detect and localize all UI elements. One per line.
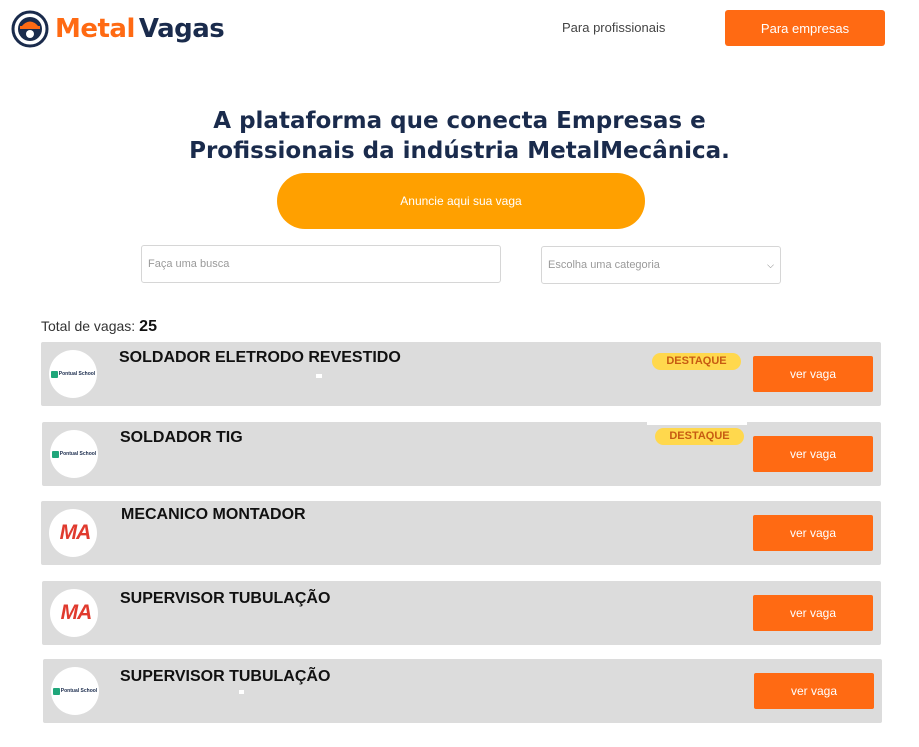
logo-word-metal: Metal	[55, 14, 135, 44]
pontual-school-logo: Pontual School	[51, 450, 97, 458]
total-jobs: Total de vagas: 25	[41, 318, 157, 336]
featured-badge: DESTAQUE	[652, 353, 741, 370]
total-jobs-label: Total de vagas:	[41, 318, 136, 334]
job-card[interactable]: MA SUPERVISOR TUBULAÇÃO ver vaga	[42, 581, 881, 645]
chevron-down-icon: ⌵	[767, 259, 774, 270]
job-card[interactable]: Pontual School SUPERVISOR TUBULAÇÃO ver …	[43, 659, 882, 723]
pontual-school-logo: Pontual School	[52, 687, 98, 695]
job-title[interactable]: SOLDADOR ELETRODO REVESTIDO	[119, 349, 401, 367]
job-card[interactable]: Pontual School SOLDADOR ELETRODO REVESTI…	[41, 342, 881, 406]
featured-badge: DESTAQUE	[655, 428, 744, 445]
company-logo-text: Pontual School	[59, 451, 97, 457]
helmet-logo-icon	[11, 10, 49, 48]
hero-title-line2: Profissionais da indústria MetalMecânica…	[189, 138, 730, 164]
company-logo: MA	[49, 509, 97, 557]
total-jobs-count: 25	[139, 318, 157, 335]
artifact-mark	[316, 374, 322, 378]
company-logo: Pontual School	[51, 667, 99, 715]
artifact-mark	[647, 421, 747, 425]
ma-logo: MA	[59, 521, 92, 544]
company-logo-text: Pontual School	[60, 688, 98, 694]
view-job-button[interactable]: ver vaga	[753, 436, 873, 472]
view-job-button[interactable]: ver vaga	[753, 356, 873, 392]
job-card[interactable]: MA MECANICO MONTADOR ver vaga	[41, 501, 881, 565]
job-title[interactable]: SOLDADOR TIG	[120, 429, 243, 447]
hero-title: A plataforma que conecta Empresas e Prof…	[0, 106, 919, 166]
logo-wordmark: Metal Vagas	[55, 14, 225, 44]
search-input[interactable]	[141, 245, 501, 283]
pontual-school-logo: Pontual School	[50, 370, 96, 378]
company-logo: Pontual School	[49, 350, 97, 398]
ma-logo: MA	[60, 601, 93, 624]
hero-title-line1: A plataforma que conecta Empresas e	[213, 108, 706, 134]
job-card[interactable]: Pontual School SOLDADOR TIG DESTAQUE ver…	[42, 421, 881, 486]
company-logo: MA	[50, 589, 98, 637]
view-job-button[interactable]: ver vaga	[754, 673, 874, 709]
job-title[interactable]: SUPERVISOR TUBULAÇÃO	[120, 668, 330, 686]
view-job-button[interactable]: ver vaga	[753, 595, 873, 631]
company-logo: Pontual School	[50, 430, 98, 478]
job-title[interactable]: MECANICO MONTADOR	[121, 506, 306, 524]
nav-link-professionals[interactable]: Para profissionais	[562, 20, 665, 35]
job-title[interactable]: SUPERVISOR TUBULAÇÃO	[120, 590, 330, 608]
companies-button[interactable]: Para empresas	[725, 10, 885, 46]
company-logo-text: Pontual School	[58, 371, 96, 377]
view-job-button[interactable]: ver vaga	[753, 515, 873, 551]
artifact-mark	[239, 690, 244, 694]
post-job-button[interactable]: Anuncie aqui sua vaga	[277, 173, 645, 229]
site-logo[interactable]: Metal Vagas	[11, 10, 225, 48]
category-select-value: Escolha uma categoria	[548, 259, 660, 271]
category-select[interactable]: Escolha uma categoria ⌵	[541, 246, 781, 284]
logo-word-vagas: Vagas	[138, 14, 225, 44]
